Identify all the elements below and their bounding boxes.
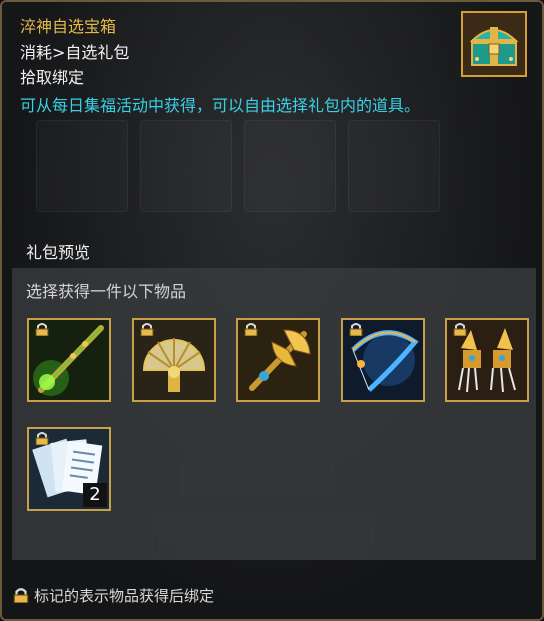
item-name: 淬神自选宝箱 [20, 17, 117, 36]
lock-icon [35, 323, 49, 336]
background-ghost-slot [348, 120, 440, 212]
reward-slot-3[interactable] [236, 318, 320, 402]
lock-icon [35, 432, 49, 445]
lock-icon [349, 323, 363, 336]
reward-slot-1[interactable] [27, 318, 111, 402]
lock-icon [244, 323, 258, 336]
lock-icon [453, 323, 467, 336]
item-description: 可从每日集福活动中获得，可以自由选择礼包内的道具。 [20, 96, 421, 115]
reward-slot-5[interactable] [445, 318, 529, 402]
treasure-chest-icon [461, 11, 527, 77]
item-bind-type: 拾取绑定 [20, 68, 85, 87]
lock-icon [140, 323, 154, 336]
background-ghost-slot [140, 120, 232, 212]
reward-slot-6[interactable]: 2 [27, 427, 111, 511]
item-category: 消耗>自选礼包 [20, 43, 130, 62]
preview-title: 礼包预览 [26, 243, 91, 262]
reward-slot-2[interactable] [132, 318, 216, 402]
item-tooltip: 淬神自选宝箱 消耗>自选礼包 拾取绑定 可从每日集福活动中获得，可以自由选择礼包… [0, 0, 544, 621]
footer-note-text: 标记的表示物品获得后绑定 [34, 587, 215, 605]
background-ghost-slot [36, 120, 128, 212]
preview-panel [12, 268, 536, 560]
reward-slot-4[interactable] [341, 318, 425, 402]
lock-icon [13, 588, 29, 603]
preview-subtitle: 选择获得一件以下物品 [26, 282, 187, 301]
footer-note: 标记的表示物品获得后绑定 [12, 585, 214, 606]
item-count: 2 [83, 483, 107, 507]
background-ghost-slot [244, 120, 336, 212]
